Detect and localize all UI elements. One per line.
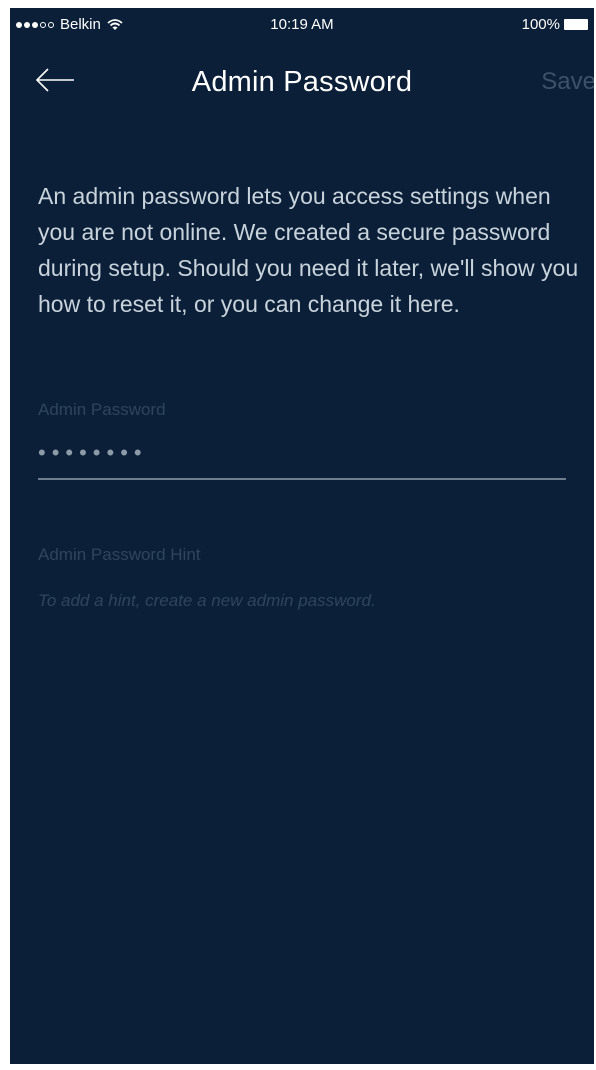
status-right: 100%	[522, 16, 588, 33]
admin-password-underline	[38, 478, 566, 480]
admin-password-field[interactable]: ••••••••	[38, 440, 148, 466]
page-title: Admin Password	[191, 66, 413, 98]
admin-password-label: Admin Password	[38, 400, 166, 419]
admin-password-hint-label: Admin Password Hint	[38, 545, 201, 564]
battery-percent: 100%	[521, 16, 560, 33]
battery-icon	[564, 19, 588, 30]
description-text: An admin password lets you access settin…	[38, 183, 579, 317]
status-bar: Belkin 10:19 AM 100%	[10, 8, 594, 42]
nav-bar: Admin Password Save	[10, 52, 594, 108]
admin-password-hint-placeholder: To add a hint, create a new admin passwo…	[38, 591, 376, 610]
app-screen: Belkin 10:19 AM 100% Admin Password Save…	[10, 8, 594, 1064]
save-button[interactable]: Save	[541, 68, 594, 96]
status-time: 10:19 AM	[270, 16, 334, 33]
